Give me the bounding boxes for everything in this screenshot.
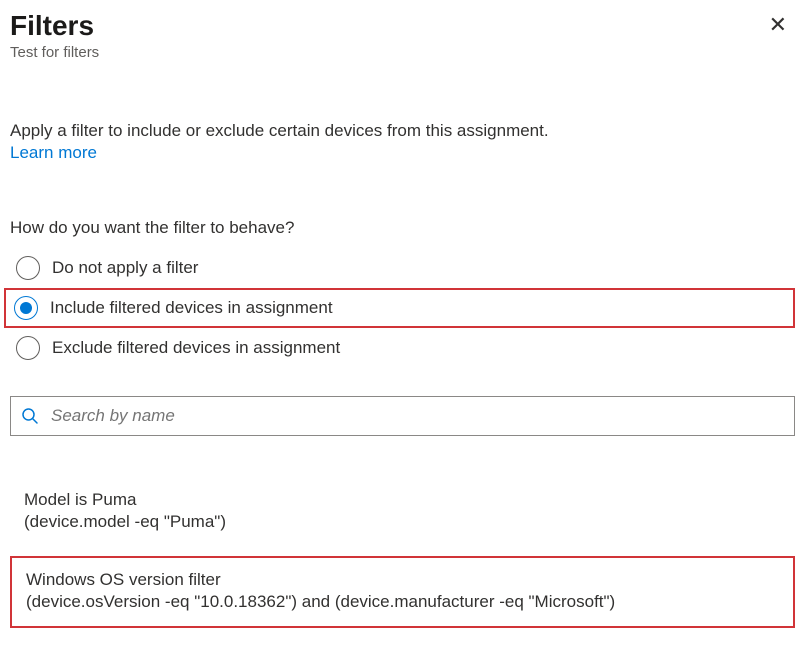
radio-option-none[interactable]: Do not apply a filter <box>10 248 795 288</box>
close-button[interactable]: ✕ <box>761 10 795 40</box>
radio-option-exclude[interactable]: Exclude filtered devices in assignment <box>10 328 795 368</box>
page-subtitle: Test for filters <box>10 44 99 61</box>
radio-label-none: Do not apply a filter <box>52 258 198 278</box>
search-box[interactable] <box>10 396 795 436</box>
filter-name: Model is Puma <box>24 490 781 510</box>
radio-label-include: Include filtered devices in assignment <box>50 298 333 318</box>
intro-text: Apply a filter to include or exclude cer… <box>10 121 795 141</box>
radio-icon <box>14 296 38 320</box>
search-input[interactable] <box>49 405 784 427</box>
filter-name: Windows OS version filter <box>26 570 779 590</box>
close-icon: ✕ <box>769 12 787 37</box>
filter-item[interactable]: Model is Puma (device.model -eq "Puma") <box>10 478 795 546</box>
radio-label-exclude: Exclude filtered devices in assignment <box>52 338 340 358</box>
learn-more-link[interactable]: Learn more <box>10 143 97 163</box>
radio-option-include[interactable]: Include filtered devices in assignment <box>4 288 795 328</box>
filter-item[interactable]: Windows OS version filter (device.osVers… <box>10 556 795 628</box>
radio-dot-icon <box>20 302 32 314</box>
search-icon <box>21 407 39 425</box>
filter-query: (device.model -eq "Puma") <box>24 512 781 532</box>
radio-icon <box>16 256 40 280</box>
behavior-question: How do you want the filter to behave? <box>10 218 795 238</box>
filter-list: Model is Puma (device.model -eq "Puma") … <box>10 478 795 628</box>
page-title: Filters <box>10 10 99 42</box>
filter-query: (device.osVersion -eq "10.0.18362") and … <box>26 592 779 612</box>
radio-icon <box>16 336 40 360</box>
